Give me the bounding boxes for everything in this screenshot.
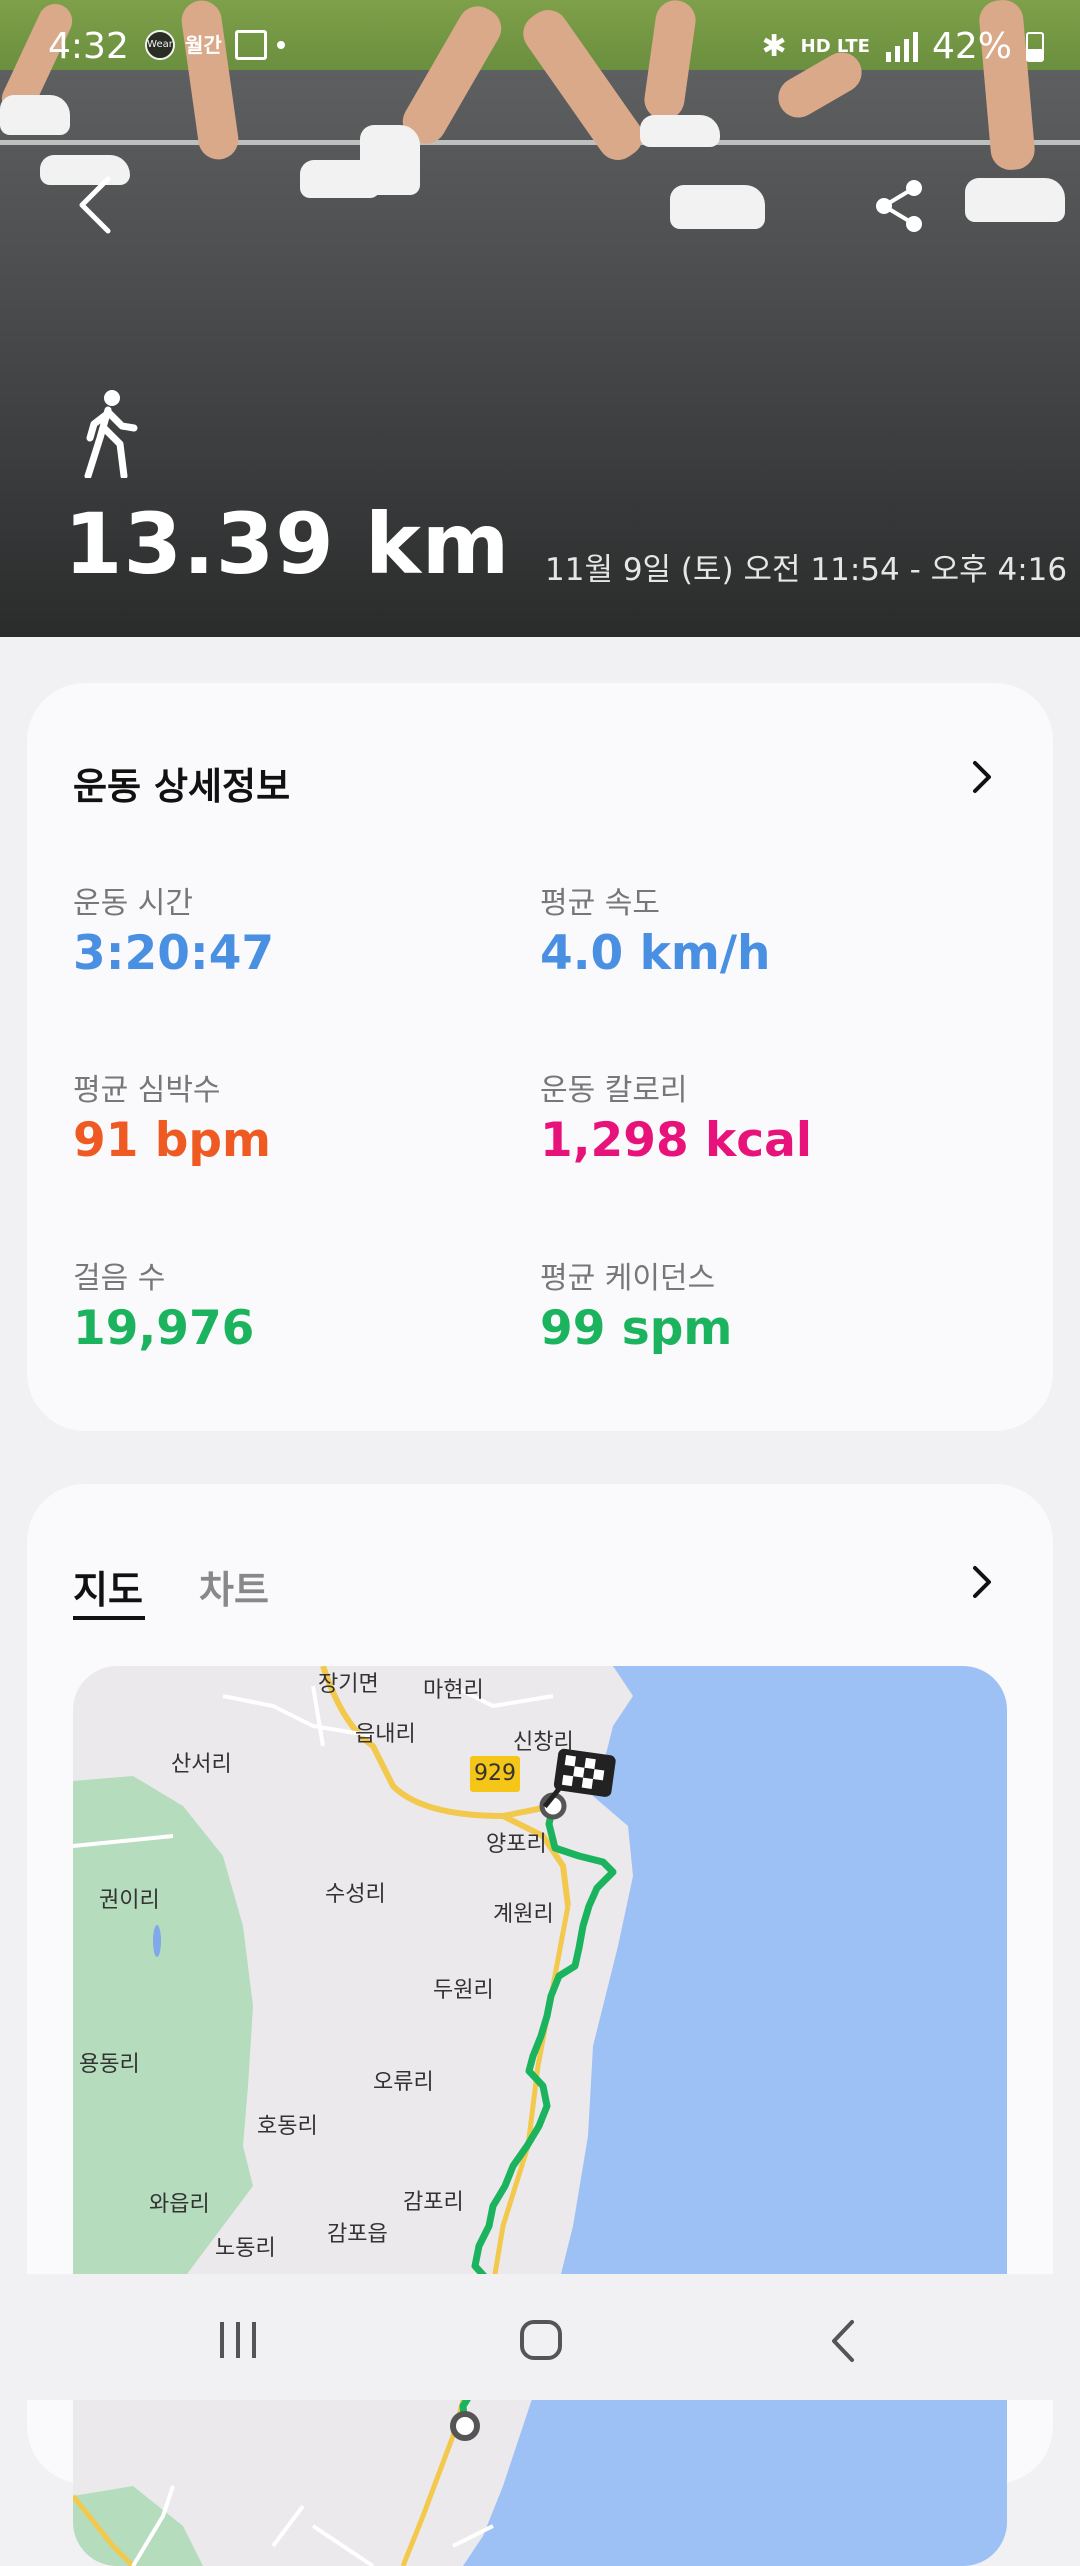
map-place-label: 산서리 (171, 1752, 232, 1777)
recent-apps-icon[interactable] (216, 2320, 260, 2360)
walking-icon (84, 390, 138, 478)
map-place-label: 읍내리 (355, 1722, 416, 1747)
status-bar: 4:32 Wear 월간 ✱ HD LTE 42% (0, 0, 1080, 96)
stat-label-cadence: 평균 케이던스 (540, 1261, 716, 1296)
bluetooth-icon: ✱ (761, 29, 787, 64)
map-place-label: 노동리 (215, 2236, 276, 2261)
map-place-label: 호동리 (257, 2114, 318, 2139)
tab-map[interactable]: 지도 (73, 1559, 143, 1614)
map-place-label: 계원리 (493, 1902, 554, 1927)
active-tab-indicator (73, 1616, 145, 1620)
app-badge-icon: 월간 (185, 33, 222, 57)
battery-icon (1026, 31, 1044, 62)
stat-value-steps: 19,976 (73, 1301, 255, 1356)
map-place-label: 양포리 (486, 1832, 547, 1857)
map-place-label: 수성리 (325, 1882, 386, 1907)
stat-value-calories: 1,298 kcal (540, 1113, 812, 1168)
road-number-badge: 929 (470, 1756, 520, 1792)
wear-app-icon: Wear (145, 30, 175, 60)
workout-datetime: 11월 9일 (토) 오전 11:54 - 오후 4:16 (545, 552, 1068, 588)
stat-label-speed: 평균 속도 (540, 886, 660, 921)
chevron-right-icon[interactable] (967, 1562, 997, 1602)
stat-value-speed: 4.0 km/h (540, 926, 771, 981)
gallery-icon (235, 30, 267, 60)
stat-value-cadence: 99 spm (540, 1301, 733, 1356)
dot-icon (277, 41, 285, 49)
map-place-label: 와읍리 (149, 2192, 210, 2217)
signal-icon (885, 31, 918, 62)
stat-value-heartrate: 91 bpm (73, 1113, 272, 1168)
card-title: 운동 상세정보 (73, 765, 291, 808)
route-map[interactable]: 929 장기면 마현리 읍내리 신창리 산서리 양포리 권이리 수성리 계원리 … (73, 1666, 1007, 2566)
stat-label-calories: 운동 칼로리 (540, 1073, 688, 1108)
network-icon: HD LTE (800, 35, 870, 57)
map-place-label: 장기면 (318, 1672, 379, 1697)
share-icon[interactable] (872, 178, 926, 234)
chevron-right-icon[interactable] (967, 757, 997, 797)
system-nav-bar (0, 2274, 1080, 2400)
home-icon[interactable] (518, 2318, 564, 2362)
status-time: 4:32 (48, 26, 129, 67)
tab-chart[interactable]: 차트 (199, 1559, 269, 1614)
notification-icons: Wear 월간 (145, 30, 285, 60)
workout-distance: 13.39 km (64, 495, 511, 593)
map-canvas (73, 1666, 1007, 2566)
map-place-label: 감포리 (403, 2190, 464, 2215)
map-place-label: 두원리 (433, 1978, 494, 2003)
back-icon[interactable] (70, 175, 120, 235)
map-place-label: 용동리 (79, 2052, 140, 2077)
map-place-label: 권이리 (99, 1888, 160, 1913)
stat-label-duration: 운동 시간 (73, 886, 193, 921)
battery-percent: 42% (931, 26, 1012, 67)
stat-label-heartrate: 평균 심박수 (73, 1073, 221, 1108)
map-place-label: 신창리 (513, 1730, 574, 1755)
map-place-label: 마현리 (423, 1678, 484, 1703)
nav-back-icon[interactable] (826, 2318, 860, 2364)
stat-value-duration: 3:20:47 (73, 926, 275, 981)
map-place-label: 오류리 (373, 2070, 434, 2095)
stat-label-steps: 걸음 수 (73, 1261, 166, 1296)
workout-details-card[interactable]: 운동 상세정보 운동 시간 3:20:47 평균 속도 4.0 km/h 평균 … (27, 683, 1053, 1431)
map-place-label: 감포읍 (327, 2222, 388, 2247)
